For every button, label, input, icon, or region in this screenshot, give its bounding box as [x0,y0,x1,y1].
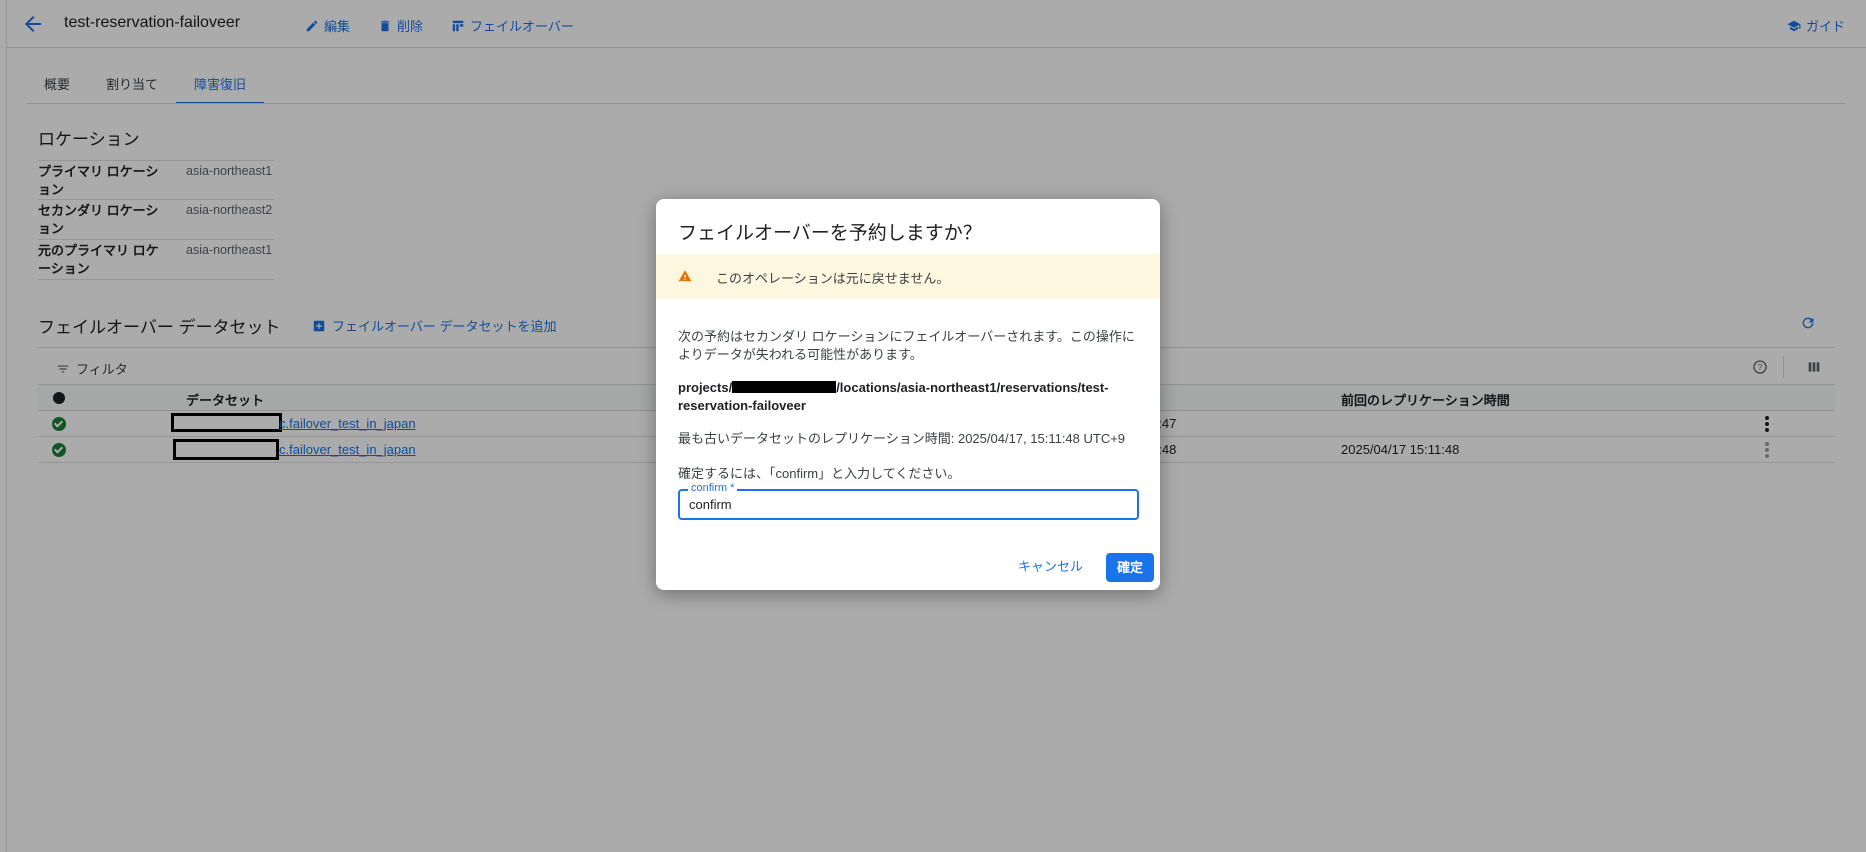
warning-icon [678,269,692,286]
cancel-button[interactable]: キャンセル [1018,556,1083,575]
confirm-button[interactable]: 確定 [1106,553,1154,582]
failover-confirm-dialog: フェイルオーバーを予約しますか？ このオペレーションは元に戻せません。 次の予約… [656,199,1160,590]
confirm-input[interactable] [689,497,1119,512]
warning-banner: このオペレーションは元に戻せません。 [656,254,1160,299]
oldest-replication-text: 最も古いデータセットのレプリケーション時間: 2025/04/17, 15:11… [678,431,1126,446]
path-prefix: projects/ [678,380,733,395]
dialog-description: 次の予約はセカンダリ ロケーションにフェイルオーバーされます。この操作によりデー… [678,329,1135,362]
dialog-title: フェイルオーバーを予約しますか？ [678,223,982,244]
warning-text: このオペレーションは元に戻せません。 [716,271,950,286]
redaction-bar [732,381,837,393]
confirm-field[interactable]: confirm * [678,482,1139,520]
reservation-path: projects//locations/asia-northeast1/rese… [678,379,1138,415]
confirm-instruction: 確定するには、「confirm」と入力してください。 [678,466,961,481]
confirm-field-label: confirm * [688,482,738,494]
